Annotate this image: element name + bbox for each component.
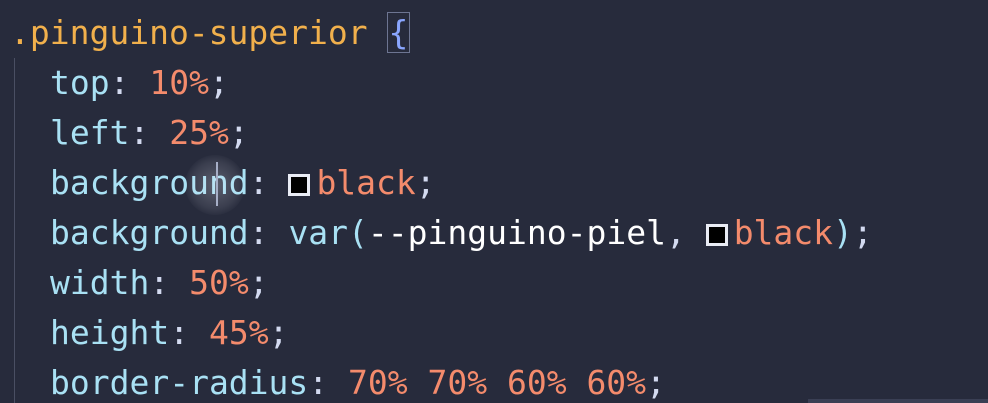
property-value: 50% <box>189 263 249 302</box>
code-line-border-radius[interactable]: border-radius: 70% 70% 60% 60%; <box>50 358 666 403</box>
code-line-top[interactable]: top: 10%; <box>50 58 229 108</box>
colon: : <box>129 113 150 152</box>
code-line-selector[interactable]: .pinguino-superior { <box>10 8 411 58</box>
semicolon: ; <box>415 163 436 202</box>
close-paren: ) <box>833 213 853 252</box>
code-editor[interactable]: .pinguino-superior { top: 10%; left: 25%… <box>0 0 988 403</box>
code-line-height[interactable]: height: 45%; <box>50 308 288 358</box>
property-value: 10% <box>149 63 209 102</box>
code-line-background[interactable]: background: black; <box>50 158 436 208</box>
semicolon: ; <box>852 213 873 252</box>
property-value: 25% <box>169 113 229 152</box>
colon: : <box>248 213 269 252</box>
code-line-background-var[interactable]: background: var(--pinguino-piel, black); <box>50 208 873 258</box>
semicolon: ; <box>248 263 269 302</box>
color-swatch-icon[interactable] <box>288 174 311 196</box>
property-name: background <box>50 163 249 202</box>
property-name: top <box>50 63 110 102</box>
property-name: left <box>50 113 130 152</box>
code-line-width[interactable]: width: 50%; <box>50 258 269 308</box>
colon: : <box>169 313 190 352</box>
semicolon: ; <box>208 63 229 102</box>
property-value: black <box>733 213 834 252</box>
var-function: var( <box>288 213 368 252</box>
colon: : <box>308 363 329 402</box>
property-name: background <box>50 213 249 252</box>
open-brace: { <box>386 12 411 53</box>
color-swatch-icon[interactable] <box>705 224 728 246</box>
scrollbar-track[interactable] <box>808 399 988 403</box>
property-value: 70% 70% 60% 60% <box>348 363 647 402</box>
colon: : <box>248 163 269 202</box>
property-value: 45% <box>208 313 269 352</box>
property-name: width <box>50 263 150 302</box>
property-value: black <box>316 163 416 202</box>
property-name: height <box>50 313 170 352</box>
colon: : <box>109 63 130 102</box>
css-selector: .pinguino-superior <box>10 13 368 52</box>
text-cursor <box>216 162 218 206</box>
separator: , <box>665 213 706 252</box>
custom-property-name: --pinguino-piel <box>367 213 666 252</box>
property-name: border-radius <box>50 363 309 402</box>
semicolon: ; <box>268 313 289 352</box>
indent-guide <box>14 58 15 403</box>
colon: : <box>149 263 170 302</box>
semicolon: ; <box>228 113 249 152</box>
semicolon: ; <box>646 363 666 402</box>
code-line-left[interactable]: left: 25%; <box>50 108 249 158</box>
